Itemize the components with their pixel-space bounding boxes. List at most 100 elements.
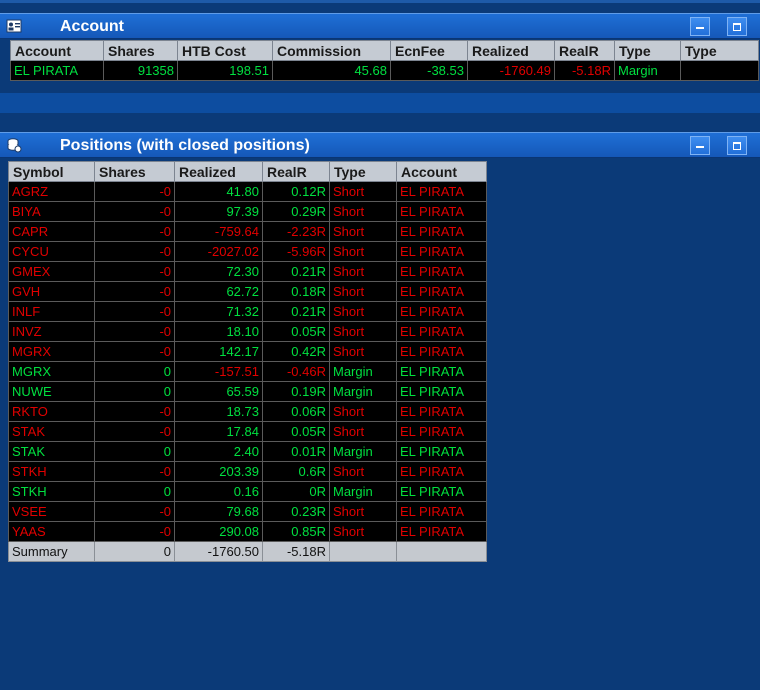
cell-realized: 62.72 [174,281,263,302]
table-row[interactable]: AGRZ -0 41.80 0.12R Short EL PIRATA [8,181,487,202]
table-row[interactable]: STKH -0 203.39 0.6R Short EL PIRATA [8,461,487,482]
col-header[interactable]: Type [680,40,759,61]
account-minimize-button[interactable] [690,17,710,36]
cell-shares: 0 [94,361,175,382]
cell-symbol: NUWE [8,381,95,402]
cell-account: EL PIRATA [396,481,487,502]
cell-realr: -5.18R [554,60,615,81]
col-header[interactable]: Shares [94,161,175,182]
coins-icon [6,137,22,153]
cell-realized: 203.39 [174,461,263,482]
cell-realized: 79.68 [174,501,263,522]
table-row[interactable]: INLF -0 71.32 0.21R Short EL PIRATA [8,301,487,322]
table-row[interactable]: VSEE -0 79.68 0.23R Short EL PIRATA [8,501,487,522]
cell-realr: 0.05R [262,321,330,342]
cell-commission: 45.68 [272,60,391,81]
table-row[interactable]: GVH -0 62.72 0.18R Short EL PIRATA [8,281,487,302]
col-header[interactable]: HTB Cost [177,40,273,61]
cell-realized: -759.64 [174,221,263,242]
cell-account: EL PIRATA [396,521,487,542]
cell-realr: 0.01R [262,441,330,462]
table-row[interactable]: NUWE 0 65.59 0.19R Margin EL PIRATA [8,381,487,402]
cell-realr: -0.46R [262,361,330,382]
cell-account: EL PIRATA [396,421,487,442]
table-row[interactable]: STKH 0 0.16 0R Margin EL PIRATA [8,481,487,502]
table-row[interactable]: CAPR -0 -759.64 -2.23R Short EL PIRATA [8,221,487,242]
cell-symbol: GMEX [8,261,95,282]
col-header[interactable]: Shares [103,40,178,61]
cell-shares: -0 [94,181,175,202]
cell-realized: 290.08 [174,521,263,542]
cell-realr: 0.12R [262,181,330,202]
col-header[interactable]: Realized [174,161,263,182]
cell-type: Short [329,421,397,442]
cell-realized: 2.40 [174,441,263,462]
table-row[interactable]: YAAS -0 290.08 0.85R Short EL PIRATA [8,521,487,542]
cell-account: EL PIRATA [396,261,487,282]
cell-realized: 0.16 [174,481,263,502]
cell-shares: -0 [94,281,175,302]
col-header[interactable]: Realized [467,40,555,61]
table-row[interactable]: STAK 0 2.40 0.01R Margin EL PIRATA [8,441,487,462]
cell-realr: 0.18R [262,281,330,302]
account-panel-titlebar[interactable]: Account [0,13,760,39]
account-card-icon [6,18,22,34]
cell-type: Short [329,461,397,482]
summary-label: Summary [8,541,95,562]
col-header[interactable]: Type [329,161,397,182]
summary-row[interactable]: Summary 0 -1760.50 -5.18R [8,541,487,562]
cell-type: Short [329,501,397,522]
col-header[interactable]: Type [614,40,681,61]
cell-account: EL PIRATA [10,60,104,81]
table-row[interactable]: GMEX -0 72.30 0.21R Short EL PIRATA [8,261,487,282]
cell-shares: -0 [94,341,175,362]
cell-account: EL PIRATA [396,461,487,482]
cell-type: Short [329,321,397,342]
account-maximize-button[interactable] [727,17,747,36]
cell-account: EL PIRATA [396,381,487,402]
cell-type: Short [329,401,397,422]
cell-account: EL PIRATA [396,201,487,222]
col-header[interactable]: Account [396,161,487,182]
cell-type: Short [329,241,397,262]
positions-minimize-button[interactable] [690,136,710,155]
table-row[interactable]: MGRX -0 142.17 0.42R Short EL PIRATA [8,341,487,362]
table-row[interactable]: MGRX 0 -157.51 -0.46R Margin EL PIRATA [8,361,487,382]
col-header[interactable]: Symbol [8,161,95,182]
account-table-header: Account Shares HTB Cost Commission EcnFe… [10,40,759,61]
col-header[interactable]: EcnFee [390,40,468,61]
col-header[interactable]: RealR [554,40,615,61]
summary-shares: 0 [94,541,175,562]
cell-symbol: INLF [8,301,95,322]
cell-realized: -1760.49 [467,60,555,81]
positions-panel-titlebar[interactable]: Positions (with closed positions) [0,132,760,158]
cell-symbol: GVH [8,281,95,302]
table-row[interactable]: STAK -0 17.84 0.05R Short EL PIRATA [8,421,487,442]
cell-symbol: VSEE [8,501,95,522]
summary-realized: -1760.50 [174,541,263,562]
cell-symbol: YAAS [8,521,95,542]
cell-realr: 0.42R [262,341,330,362]
table-row[interactable]: EL PIRATA 91358 198.51 45.68 -38.53 -176… [10,60,759,81]
table-row[interactable]: CYCU -0 -2027.02 -5.96R Short EL PIRATA [8,241,487,262]
cell-realized: 41.80 [174,181,263,202]
summary-type [329,541,397,562]
table-row[interactable]: RKTO -0 18.73 0.06R Short EL PIRATA [8,401,487,422]
cell-realr: 0R [262,481,330,502]
cell-symbol: CYCU [8,241,95,262]
table-row[interactable]: INVZ -0 18.10 0.05R Short EL PIRATA [8,321,487,342]
col-header[interactable]: RealR [262,161,330,182]
cell-realr: 0.6R [262,461,330,482]
cell-shares: -0 [94,301,175,322]
cell-type2 [680,60,759,81]
col-header[interactable]: Commission [272,40,391,61]
positions-maximize-button[interactable] [727,136,747,155]
table-row[interactable]: BIYA -0 97.39 0.29R Short EL PIRATA [8,201,487,222]
cell-account: EL PIRATA [396,241,487,262]
col-header[interactable]: Account [10,40,104,61]
positions-panel-title: Positions (with closed positions) [60,137,310,154]
cell-type: Short [329,201,397,222]
cell-type: Short [329,221,397,242]
cell-symbol: STAK [8,421,95,442]
cell-shares: -0 [94,241,175,262]
